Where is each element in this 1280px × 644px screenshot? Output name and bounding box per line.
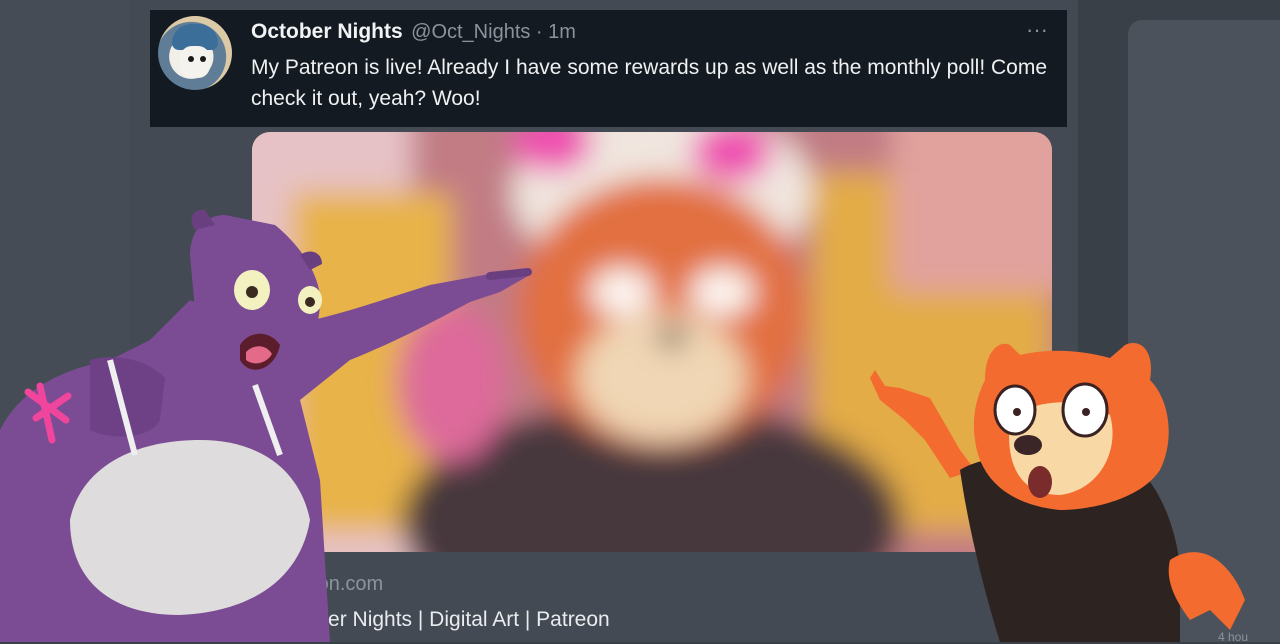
blurred-artwork	[252, 132, 1052, 552]
display-name[interactable]: October Nights	[251, 20, 403, 43]
avatar-eye-right	[200, 56, 206, 62]
author-row: October Nights @Oct_Nights · 1m	[251, 20, 576, 46]
tweet-header[interactable]: October Nights @Oct_Nights · 1m ··· My P…	[150, 10, 1067, 127]
handle-and-time[interactable]: @Oct_Nights · 1m	[411, 21, 576, 43]
link-title[interactable]: October Nights | Digital Art | Patreon	[272, 608, 610, 632]
link-domain[interactable]: patreon.com	[272, 573, 383, 596]
more-options-icon[interactable]: ···	[1023, 19, 1051, 41]
avatar-eye-left	[188, 56, 194, 62]
right-sidebar-panel	[1128, 20, 1280, 642]
avatar-face	[180, 46, 210, 78]
compose-button[interactable]	[0, 532, 75, 600]
link-preview-image[interactable]	[252, 132, 1052, 552]
tweet-text: My Patreon is live! Already I have some …	[251, 56, 1048, 110]
user-avatar[interactable]	[158, 16, 232, 90]
